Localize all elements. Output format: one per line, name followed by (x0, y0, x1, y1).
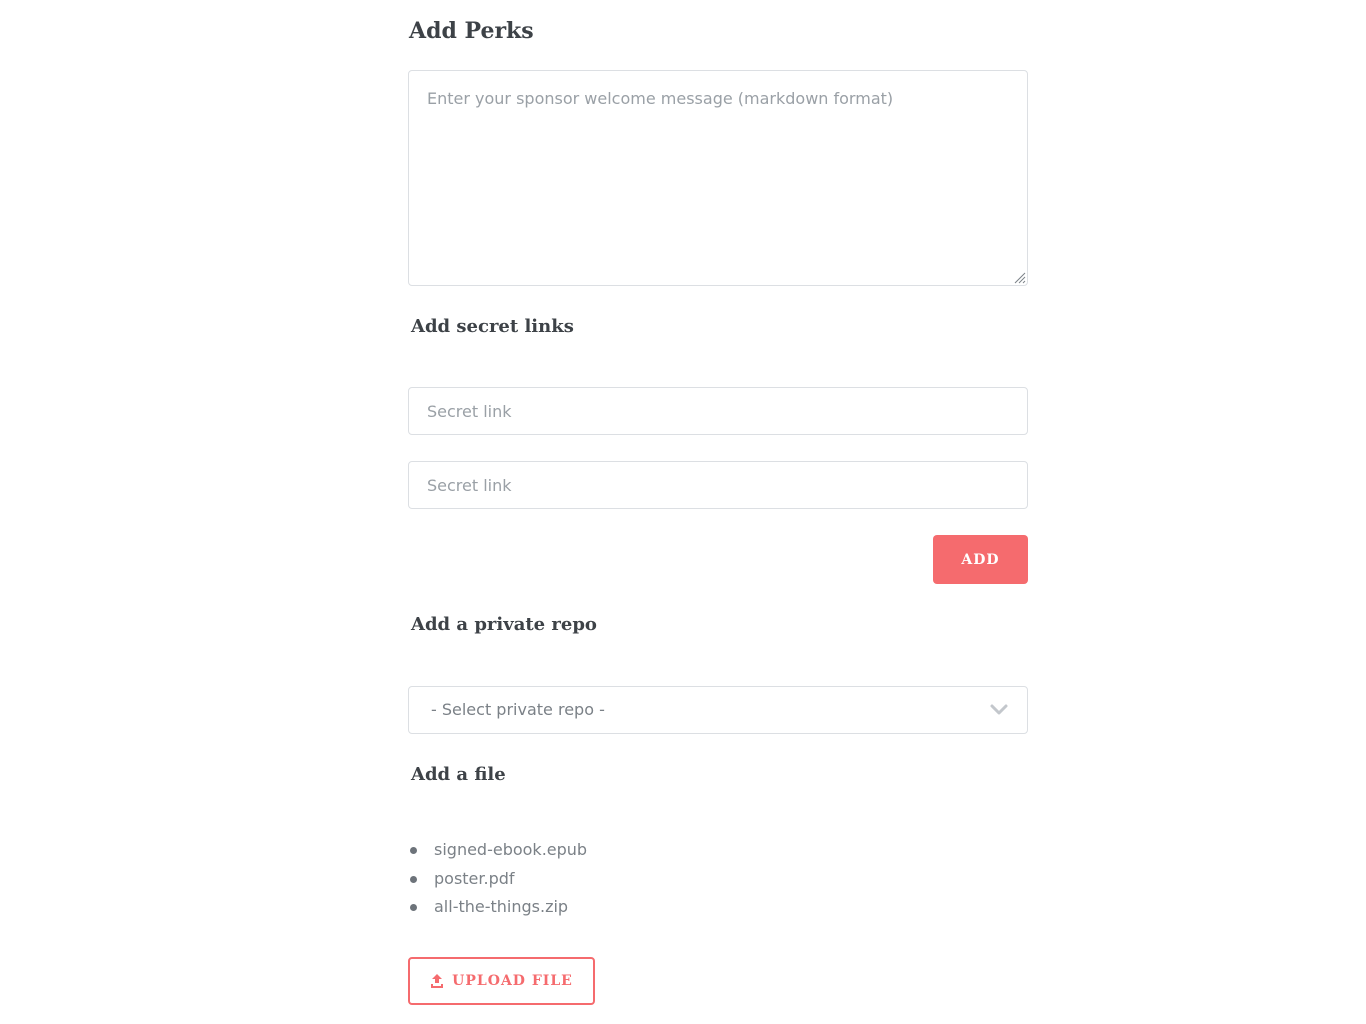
bullet (410, 875, 417, 883)
file-list: signed-ebook.epub poster.pdf all-the-thi… (408, 836, 587, 922)
resize-grip-icon[interactable] (1012, 270, 1026, 284)
upload-file-button[interactable]: UPLOAD FILE (408, 957, 595, 1005)
add-secret-link-button[interactable]: ADD (933, 535, 1028, 584)
list-item: poster.pdf (408, 865, 587, 894)
secret-link-input-1[interactable] (408, 387, 1028, 435)
private-repo-select-value: - Select private repo - (431, 700, 605, 719)
list-item: all-the-things.zip (408, 893, 587, 922)
file-name: poster.pdf (434, 868, 515, 888)
private-repo-select[interactable]: - Select private repo - (408, 686, 1028, 734)
secret-link-input-2[interactable] (408, 461, 1028, 509)
chevron-down-icon (990, 704, 1008, 715)
upload-icon (431, 974, 444, 988)
file-name: all-the-things.zip (434, 897, 569, 916)
file-name: signed-ebook.epub (434, 840, 588, 859)
bullet (410, 847, 417, 854)
private-repo-title: Add a private repo (411, 614, 597, 635)
perks-title: Add Perks (409, 18, 534, 44)
secret-links-title: Add secret links (411, 316, 574, 337)
welcome-message-textarea[interactable] (408, 70, 1028, 286)
upload-file-label: UPLOAD FILE (452, 973, 573, 989)
perks-form: Add Perks Add secret links ADD Add a pri… (0, 0, 1366, 1024)
list-item: signed-ebook.epub (408, 836, 587, 865)
bullet (410, 904, 417, 911)
file-title: Add a file (411, 764, 506, 785)
